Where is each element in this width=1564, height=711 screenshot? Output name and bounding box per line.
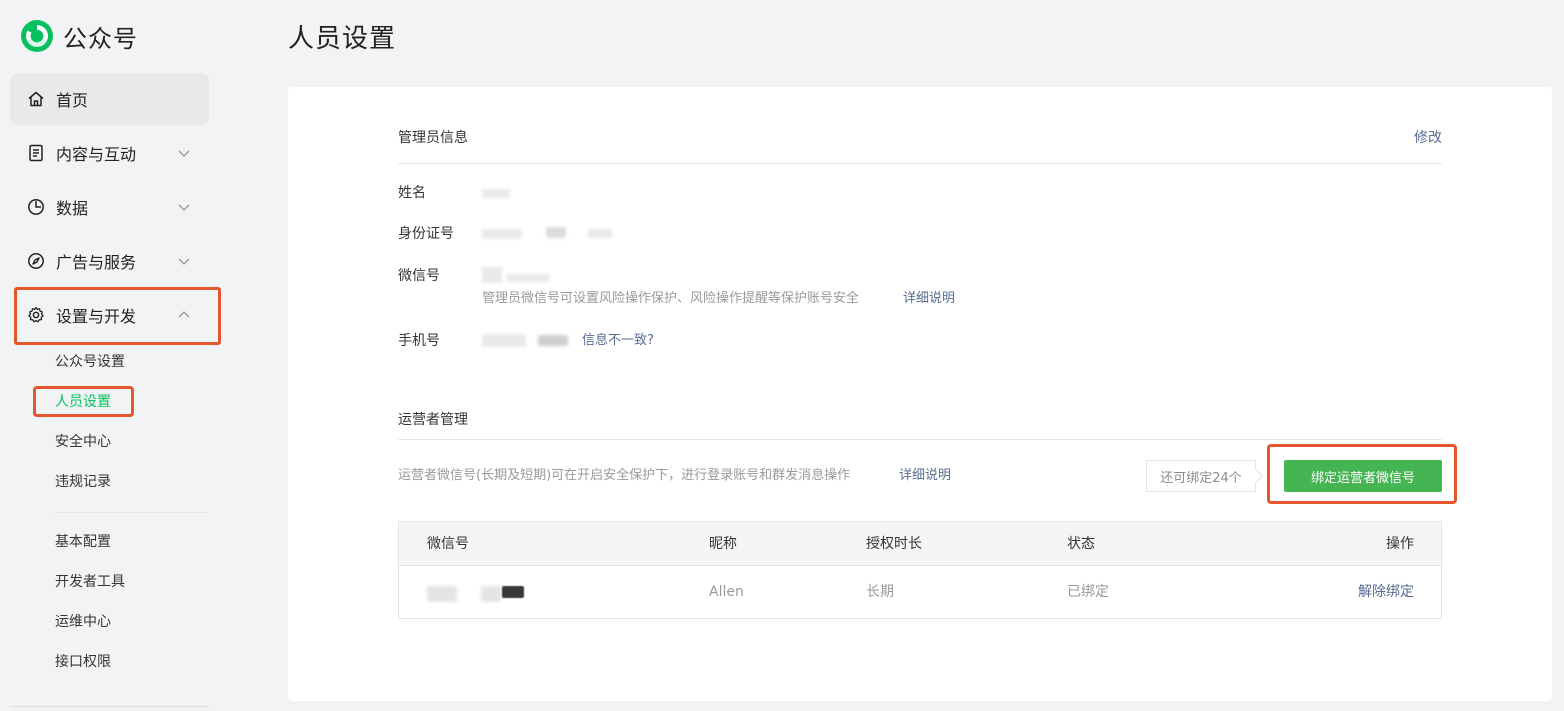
operators-table: 微信号 昵称 授权时长 状态 操作 Allen 长期 已绑定 解除绑定 — [398, 521, 1442, 619]
masked-name — [482, 189, 510, 198]
compass-icon — [27, 252, 45, 270]
chevron-down-icon — [177, 146, 191, 160]
remaining-count-badge: 还可绑定24个 — [1146, 460, 1256, 492]
chevron-up-icon — [177, 308, 191, 322]
document-icon — [27, 144, 45, 162]
col-header-status: 状态 — [1067, 536, 1095, 552]
info-mismatch-link[interactable]: 信息不一致? — [582, 331, 654, 351]
sidebar-item-ads[interactable]: 广告与服务 — [10, 235, 209, 287]
wechat-detail-link[interactable]: 详细说明 — [903, 289, 955, 309]
brand-name: 公众号 — [63, 24, 138, 53]
sub-item-violations[interactable]: 违规记录 — [55, 472, 111, 492]
operators-description: 运营者微信号(长期及短期)可在开启安全保护下，进行登录账号和群发消息操作 — [398, 468, 851, 483]
operator-nickname: Allen — [709, 584, 744, 600]
col-header-action: 操作 — [1386, 536, 1414, 552]
table-header: 微信号 昵称 授权时长 状态 操作 — [399, 522, 1441, 566]
sidebar-item-label: 内容与互动 — [56, 145, 137, 164]
masked-wechat-id — [502, 586, 524, 598]
masked-wechat-id — [481, 586, 501, 602]
operators-section-title: 运营者管理 — [398, 412, 468, 428]
sidebar: 公众号 首页 内容与互动 数据 广告与服务 设置与开发 公众号设置 人员设置 安… — [0, 0, 221, 711]
masked-phone — [482, 334, 526, 347]
sub-item-security-center[interactable]: 安全中心 — [55, 432, 111, 452]
chevron-down-icon — [177, 254, 191, 268]
bind-operator-button[interactable]: 绑定运营者微信号 — [1284, 460, 1442, 492]
sub-item-account-settings[interactable]: 公众号设置 — [55, 352, 125, 372]
name-label: 姓名 — [398, 185, 426, 201]
sub-item-ops-center[interactable]: 运维中心 — [55, 612, 111, 632]
col-header-nickname: 昵称 — [709, 536, 737, 552]
sub-item-api-permissions[interactable]: 接口权限 — [55, 652, 111, 672]
masked-wechat-id — [482, 267, 502, 283]
edit-admin-link[interactable]: 修改 — [1414, 128, 1442, 148]
col-header-duration: 授权时长 — [866, 536, 922, 552]
wechat-mp-logo-icon — [21, 20, 53, 52]
sidebar-item-label: 广告与服务 — [56, 253, 137, 272]
brand[interactable]: 公众号 — [20, 18, 138, 54]
page-title: 人员设置 — [288, 24, 397, 54]
masked-phone — [538, 335, 568, 346]
sidebar-item-label: 首页 — [56, 91, 89, 110]
chevron-down-icon — [177, 200, 191, 214]
wechat-id-label: 微信号 — [398, 268, 440, 284]
operator-duration: 长期 — [866, 584, 894, 600]
main-card: 管理员信息 修改 姓名 身份证号 微信号 管理员微信号可设置风险操作保护、风险操… — [288, 87, 1552, 701]
bind-operator-button-label: 绑定运营者微信号 — [1310, 470, 1415, 486]
sidebar-item-settings[interactable]: 设置与开发 — [10, 287, 221, 345]
col-header-wechat: 微信号 — [427, 536, 469, 552]
masked-id-part — [482, 229, 522, 239]
divider — [55, 512, 208, 513]
app-root: 公众号 首页 内容与互动 数据 广告与服务 设置与开发 公众号设置 人员设置 安… — [0, 0, 1564, 711]
divider — [10, 706, 209, 707]
id-number-label: 身份证号 — [398, 226, 454, 242]
masked-wechat-id — [427, 586, 457, 602]
wechat-hint-text: 管理员微信号可设置风险操作保护、风险操作提醒等保护账号安全 — [482, 291, 860, 306]
sidebar-item-label: 设置与开发 — [56, 307, 137, 326]
masked-id-part — [588, 229, 612, 238]
sub-item-basic-config[interactable]: 基本配置 — [55, 532, 111, 552]
masked-wechat-id — [506, 274, 550, 282]
remaining-count-text: 还可绑定24个 — [1160, 470, 1242, 486]
gear-icon — [27, 306, 45, 324]
unbind-button[interactable]: 解除绑定 — [1358, 582, 1414, 602]
sidebar-item-data[interactable]: 数据 — [10, 181, 209, 233]
operators-section-header: 运营者管理 — [398, 403, 1442, 440]
admin-section-header: 管理员信息 修改 — [398, 128, 1442, 164]
operator-status: 已绑定 — [1067, 584, 1109, 600]
phone-label: 手机号 — [398, 333, 440, 349]
pie-chart-icon — [27, 198, 45, 216]
sub-item-people-settings[interactable]: 人员设置 — [55, 392, 111, 412]
sidebar-item-home[interactable]: 首页 — [10, 73, 209, 125]
sidebar-item-content[interactable]: 内容与互动 — [10, 127, 209, 179]
operators-detail-link[interactable]: 详细说明 — [899, 466, 951, 486]
sidebar-item-label: 数据 — [56, 199, 89, 218]
home-icon — [27, 90, 45, 108]
sub-item-dev-tools[interactable]: 开发者工具 — [55, 572, 125, 592]
masked-id-part — [546, 227, 566, 238]
table-row: Allen 长期 已绑定 解除绑定 — [399, 566, 1441, 618]
admin-section-title: 管理员信息 — [398, 130, 468, 146]
